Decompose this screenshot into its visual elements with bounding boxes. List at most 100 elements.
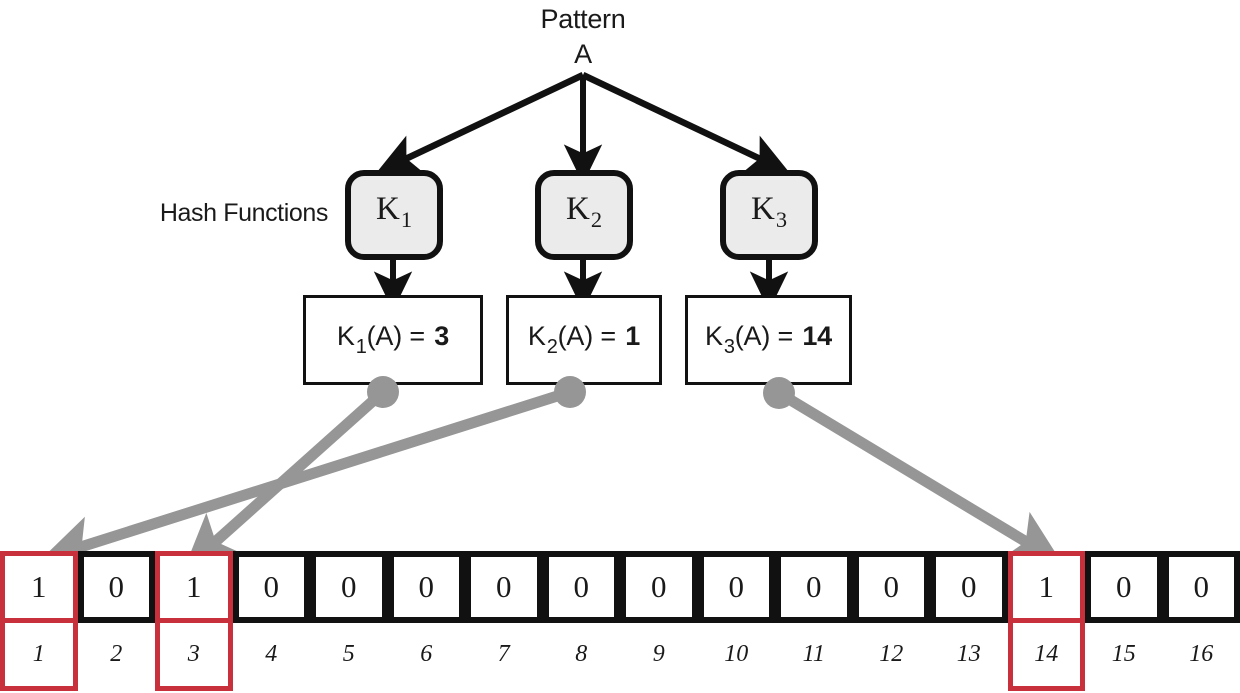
hash-function-k1-text: K1 bbox=[375, 190, 413, 233]
hash-result-k2-subscript: 2 bbox=[546, 335, 558, 358]
bit-index-cell-6: 6 bbox=[388, 621, 466, 691]
hash-result-k3-arg: (A) bbox=[734, 321, 771, 352]
bit-index-label-3: 3 bbox=[187, 641, 200, 667]
bit-index-label-14: 14 bbox=[1034, 641, 1059, 667]
hash-result-box-k2[interactable]: K2(A) = 1 bbox=[506, 295, 662, 385]
bit-index-cell-13: 13 bbox=[930, 621, 1008, 691]
bit-index-cell-5: 5 bbox=[310, 621, 388, 691]
hash-result-k2-arg: (A) bbox=[557, 321, 594, 352]
bit-index-label-12: 12 bbox=[879, 641, 904, 667]
bit-cell-16[interactable]: 0 bbox=[1162, 551, 1240, 623]
bit-cell-4[interactable]: 0 bbox=[232, 551, 310, 623]
hash-function-k2-text: K2 bbox=[565, 190, 603, 233]
bit-value-16: 0 bbox=[1193, 568, 1210, 604]
hash-result-k2-text: K2(A) = 1 bbox=[527, 321, 641, 358]
bit-array: 1 0 1 0 0 0 0 0 0 0 0 0 0 1 0 0 bbox=[0, 551, 1240, 623]
bit-cell-15[interactable]: 0 bbox=[1085, 551, 1163, 623]
bit-value-15: 0 bbox=[1116, 568, 1132, 604]
bit-cell-9[interactable]: 0 bbox=[620, 551, 698, 623]
bit-index-cell-14: 14 bbox=[1007, 621, 1085, 691]
bit-value-5: 0 bbox=[341, 568, 357, 604]
hash-result-k3-text: K3(A) = 14 bbox=[705, 321, 832, 358]
bit-index-label-2: 2 bbox=[110, 641, 123, 667]
bit-cell-10[interactable]: 0 bbox=[697, 551, 775, 623]
pattern-title: Pattern A bbox=[483, 2, 683, 71]
bit-index-label-1: 1 bbox=[32, 641, 45, 667]
arrow-pattern-to-k3 bbox=[581, 72, 790, 174]
bit-index-cell-10: 10 bbox=[698, 621, 776, 691]
bit-cell-14[interactable]: 1 bbox=[1007, 551, 1085, 623]
hash-result-k1-arg: (A) bbox=[366, 321, 403, 352]
hash-functions-label: Hash Functions bbox=[159, 199, 329, 227]
bit-index-cell-7: 7 bbox=[465, 621, 543, 691]
bit-index-cell-9: 9 bbox=[620, 621, 698, 691]
bit-value-6: 0 bbox=[418, 568, 435, 604]
bit-value-13: 0 bbox=[961, 568, 977, 604]
mapping-arrow-k3-to-cell-14 bbox=[763, 377, 1063, 564]
hash-result-k3-value: 14 bbox=[802, 321, 832, 352]
bit-index-label-8: 8 bbox=[575, 641, 588, 667]
bit-cell-3[interactable]: 1 bbox=[155, 551, 233, 623]
hash-function-box-k2[interactable]: K2 bbox=[535, 170, 633, 260]
hash-function-box-k1[interactable]: K1 bbox=[345, 170, 443, 260]
bit-index-cell-11: 11 bbox=[775, 621, 853, 691]
bit-index-label-11: 11 bbox=[802, 641, 825, 667]
arrow-pattern-to-k1 bbox=[376, 72, 585, 174]
hash-result-k1-text: K1(A) = 3 bbox=[336, 321, 450, 358]
bit-value-3: 1 bbox=[186, 568, 202, 604]
bit-cell-13[interactable]: 0 bbox=[930, 551, 1008, 623]
pattern-value: A bbox=[574, 38, 592, 69]
bit-index-label-6: 6 bbox=[420, 641, 433, 667]
bit-cell-1[interactable]: 1 bbox=[0, 551, 78, 623]
hash-result-k2-eq: = bbox=[600, 321, 616, 352]
bit-index-cell-8: 8 bbox=[543, 621, 621, 691]
bit-cell-7[interactable]: 0 bbox=[465, 551, 543, 623]
hash-result-box-k1[interactable]: K1(A) = 3 bbox=[303, 295, 483, 385]
bit-index-cell-15: 15 bbox=[1085, 621, 1163, 691]
hash-function-k1-subscript: 1 bbox=[400, 207, 413, 233]
hash-result-k1-eq: = bbox=[409, 321, 425, 352]
bit-cell-6[interactable]: 0 bbox=[387, 551, 465, 623]
bit-index-cell-2: 2 bbox=[78, 621, 156, 691]
mapping-arrow-k2-to-cell-1 bbox=[40, 376, 586, 570]
bit-cell-8[interactable]: 0 bbox=[542, 551, 620, 623]
hash-result-k1-subscript: 1 bbox=[355, 335, 367, 358]
bit-value-12: 0 bbox=[883, 568, 900, 604]
hash-function-k3-subscript: 3 bbox=[775, 207, 788, 233]
bit-index-label-15: 15 bbox=[1111, 641, 1136, 667]
bit-index-cell-3: 3 bbox=[155, 621, 233, 691]
bit-value-14: 1 bbox=[1038, 568, 1055, 604]
bit-value-4: 0 bbox=[263, 568, 280, 604]
bit-index-label-16: 16 bbox=[1189, 641, 1214, 667]
bit-index-cell-4: 4 bbox=[233, 621, 311, 691]
bit-cell-12[interactable]: 0 bbox=[852, 551, 930, 623]
bit-index-cell-1: 1 bbox=[0, 621, 78, 691]
bit-array-index-row: 1 2 3 4 5 6 7 8 9 10 11 12 13 14 15 16 bbox=[0, 621, 1240, 693]
bit-index-label-9: 9 bbox=[652, 641, 665, 667]
hash-result-k3-subscript: 3 bbox=[723, 335, 735, 358]
bit-value-7: 0 bbox=[496, 568, 512, 604]
bit-index-cell-16: 16 bbox=[1163, 621, 1240, 691]
bit-index-label-5: 5 bbox=[342, 641, 355, 667]
bit-value-1: 1 bbox=[31, 568, 47, 604]
pattern-label: Pattern bbox=[540, 4, 626, 34]
bit-value-11: 0 bbox=[806, 568, 822, 604]
bit-index-cell-12: 12 bbox=[853, 621, 931, 691]
bit-index-label-4: 4 bbox=[265, 641, 278, 667]
bit-index-label-7: 7 bbox=[497, 641, 510, 667]
bloom-filter-diagram: Pattern A Hash Functions K1 K2 K3 K1(A) … bbox=[0, 0, 1240, 693]
bit-value-8: 0 bbox=[573, 568, 590, 604]
mapping-arrow-k1-to-cell-3 bbox=[183, 376, 399, 571]
hash-function-box-k3[interactable]: K3 bbox=[720, 170, 818, 260]
hash-result-k2-value: 1 bbox=[625, 321, 641, 352]
bit-cell-5[interactable]: 0 bbox=[310, 551, 388, 623]
hash-function-k3-text: K3 bbox=[750, 190, 788, 233]
bit-value-2: 0 bbox=[108, 568, 125, 604]
bit-index-label-13: 13 bbox=[956, 641, 981, 667]
bit-value-10: 0 bbox=[728, 568, 745, 604]
bit-cell-2[interactable]: 0 bbox=[77, 551, 155, 623]
hash-result-k1-value: 3 bbox=[434, 321, 450, 352]
bit-cell-11[interactable]: 0 bbox=[775, 551, 853, 623]
hash-result-box-k3[interactable]: K3(A) = 14 bbox=[685, 295, 852, 385]
hash-result-k3-eq: = bbox=[777, 321, 794, 352]
